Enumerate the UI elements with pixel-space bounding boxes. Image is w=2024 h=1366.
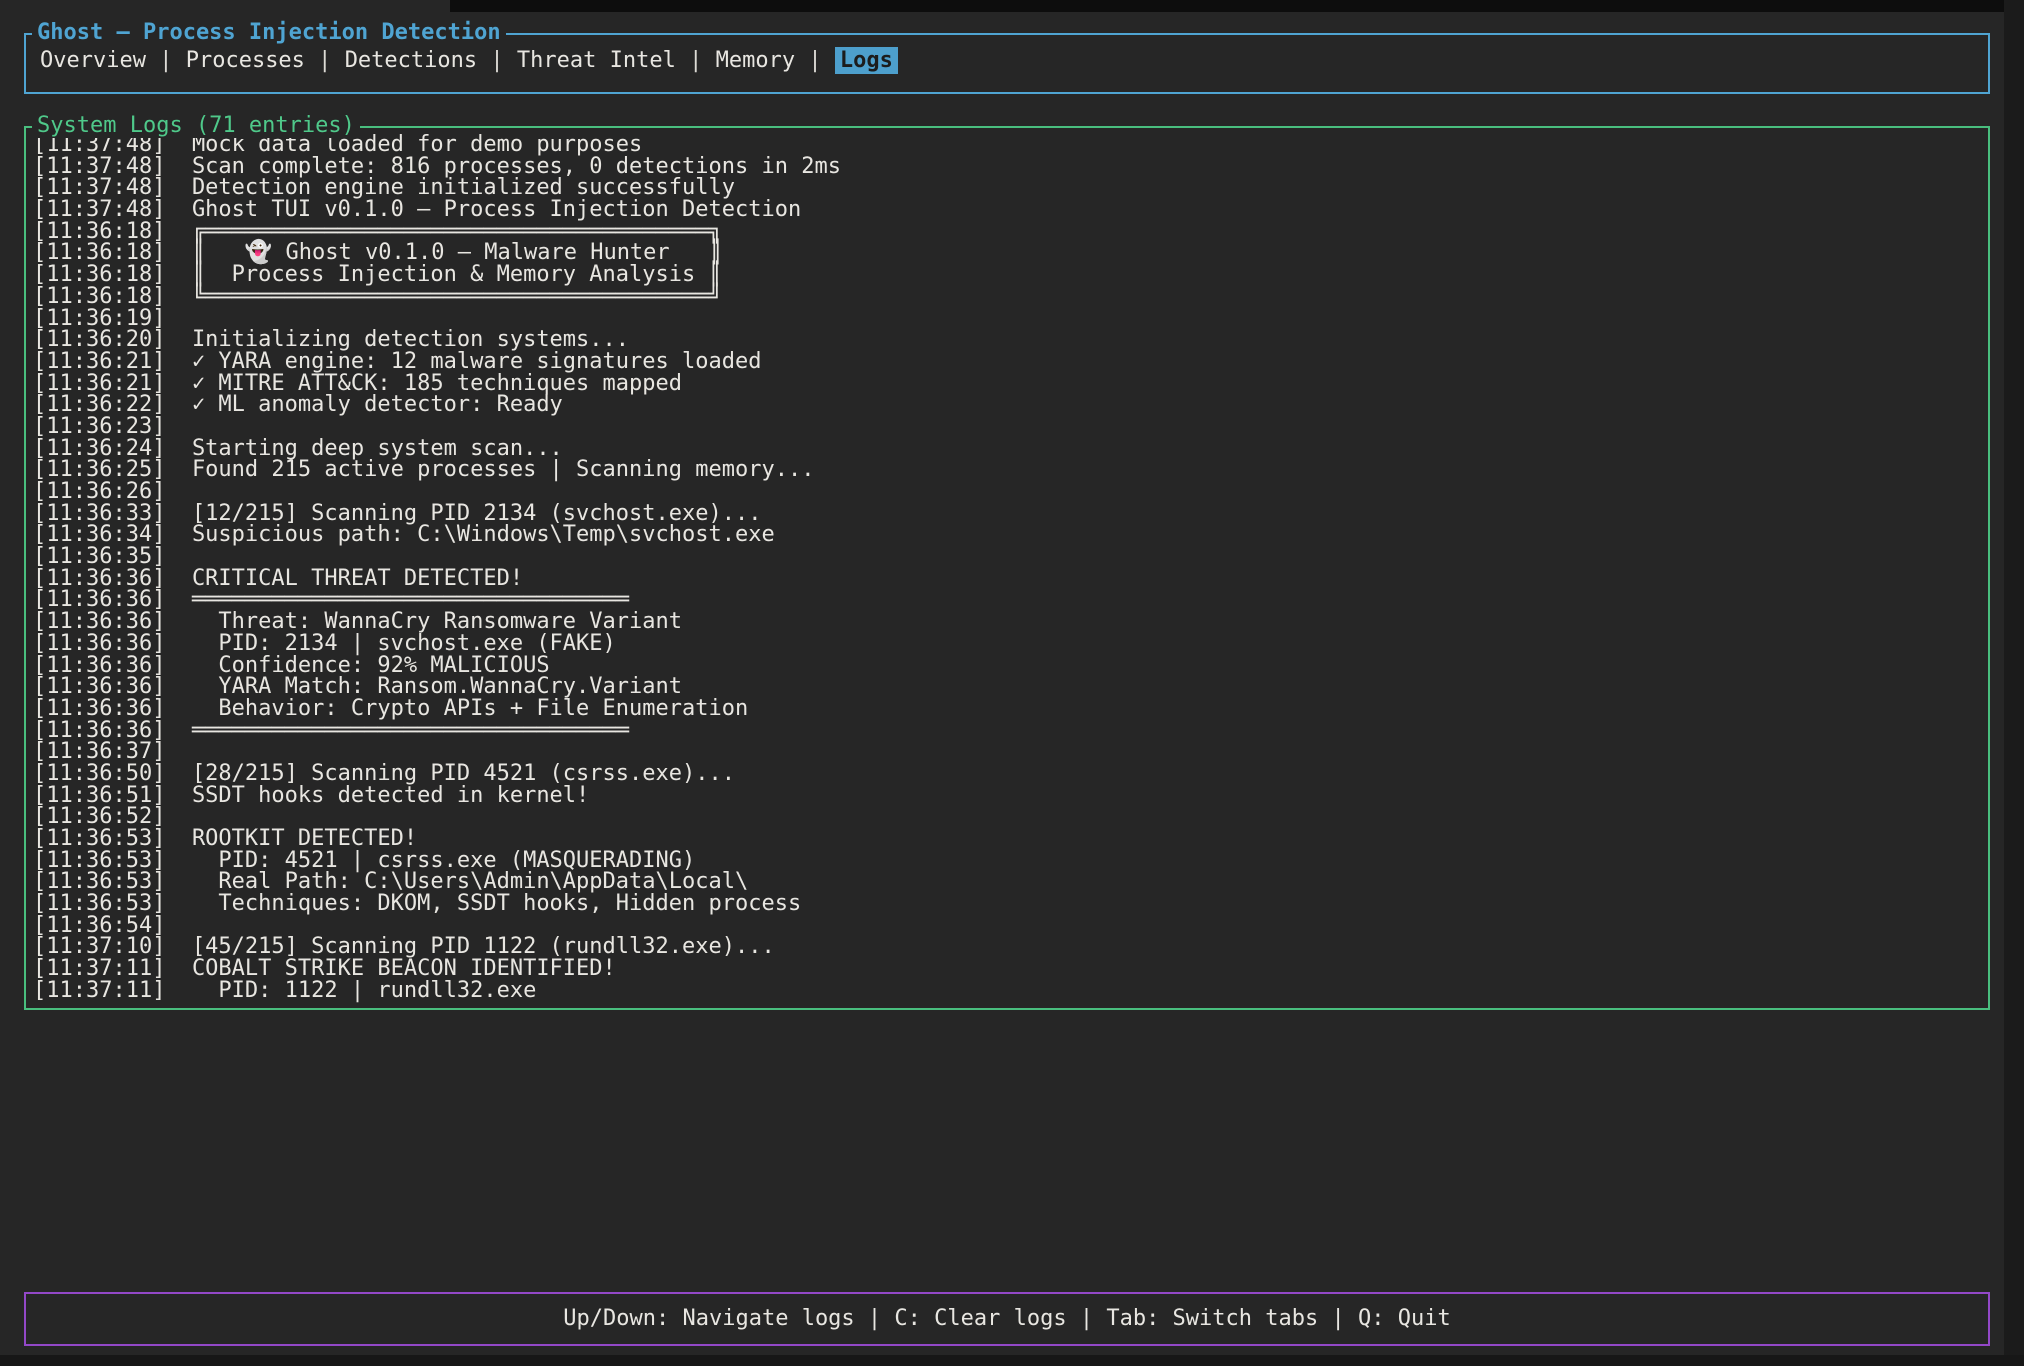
tab-separator: | bbox=[795, 48, 835, 73]
tab-logs[interactable]: Logs bbox=[835, 47, 898, 74]
logs-panel: System Logs (71 entries) [11:37:48] Mock… bbox=[24, 126, 1990, 1010]
tab-separator: | bbox=[305, 48, 345, 73]
log-line: [11:36:24] Starting deep system scan... bbox=[33, 438, 1988, 460]
log-line: [11:36:19] bbox=[33, 308, 1988, 330]
log-list[interactable]: [11:37:48] Mock data loaded for demo pur… bbox=[26, 128, 1988, 1002]
log-line: [11:37:10] [45/215] Scanning PID 1122 (r… bbox=[33, 936, 1988, 958]
tab-separator: | bbox=[477, 48, 517, 73]
logs-panel-title: System Logs (71 entries) bbox=[32, 113, 360, 138]
log-line: [11:36:36] Behavior: Crypto APIs + File … bbox=[33, 698, 1988, 720]
log-line: [11:36:21] ✓ MITRE ATT&CK: 185 technique… bbox=[33, 373, 1988, 395]
log-line: [11:36:36] Threat: WannaCry Ransomware V… bbox=[33, 611, 1988, 633]
log-line: [11:36:25] Found 215 active processes | … bbox=[33, 459, 1988, 481]
terminal-bottom-edge bbox=[0, 1355, 2024, 1366]
log-line: [11:36:18] ║ Process Injection & Memory … bbox=[33, 264, 1988, 286]
tab-detections[interactable]: Detections bbox=[345, 48, 477, 73]
log-line: [11:36:53] PID: 4521 | csrss.exe (MASQUE… bbox=[33, 850, 1988, 872]
log-line: [11:36:26] bbox=[33, 481, 1988, 503]
footer-shortcuts: Up/Down: Navigate logs | C: Clear logs |… bbox=[26, 1294, 1988, 1343]
tab-memory[interactable]: Memory bbox=[716, 48, 795, 73]
log-line: [11:36:53] ROOTKIT DETECTED! bbox=[33, 828, 1988, 850]
tab-processes[interactable]: Processes bbox=[186, 48, 305, 73]
log-line: [11:36:33] [12/215] Scanning PID 2134 (s… bbox=[33, 503, 1988, 525]
log-line: [11:36:53] Real Path: C:\Users\Admin\App… bbox=[33, 871, 1988, 893]
log-line: [11:37:11] PID: 1122 | rundll32.exe bbox=[33, 980, 1988, 1002]
log-line: [11:37:48] Ghost TUI v0.1.0 — Process In… bbox=[33, 199, 1988, 221]
tab-threat-intel[interactable]: Threat Intel bbox=[517, 48, 676, 73]
log-line: [11:36:53] Techniques: DKOM, SSDT hooks,… bbox=[33, 893, 1988, 915]
log-line: [11:36:37] bbox=[33, 741, 1988, 763]
terminal-right-gutter bbox=[2004, 0, 2024, 1366]
window-title: Ghost — Process Injection Detection bbox=[32, 20, 506, 45]
log-line: [11:36:21] ✓ YARA engine: 12 malware sig… bbox=[33, 351, 1988, 373]
log-line: [11:36:35] bbox=[33, 546, 1988, 568]
tab-separator: | bbox=[146, 48, 186, 73]
log-line: [11:37:48] Scan complete: 816 processes,… bbox=[33, 156, 1988, 178]
log-line: [11:36:18] ╚════════════════════════════… bbox=[33, 286, 1988, 308]
footer-bar: Up/Down: Navigate logs | C: Clear logs |… bbox=[24, 1292, 1990, 1346]
log-line: [11:36:36] Confidence: 92% MALICIOUS bbox=[33, 655, 1988, 677]
log-line: [11:36:22] ✓ ML anomaly detector: Ready bbox=[33, 394, 1988, 416]
log-line: [11:36:34] Suspicious path: C:\Windows\T… bbox=[33, 524, 1988, 546]
log-line: [11:37:11] COBALT STRIKE BEACON IDENTIFI… bbox=[33, 958, 1988, 980]
log-line: [11:36:36] PID: 2134 | svchost.exe (FAKE… bbox=[33, 633, 1988, 655]
log-line: [11:36:36] ═════════════════════════════… bbox=[33, 589, 1988, 611]
log-line: [11:37:48] Detection engine initialized … bbox=[33, 177, 1988, 199]
log-line: [11:36:51] SSDT hooks detected in kernel… bbox=[33, 785, 1988, 807]
log-line: [11:36:18] ║ 👻 Ghost v0.1.0 — Malware Hu… bbox=[33, 242, 1988, 264]
log-line: [11:36:36] YARA Match: Ransom.WannaCry.V… bbox=[33, 676, 1988, 698]
log-line: [11:36:36] ═════════════════════════════… bbox=[33, 720, 1988, 742]
log-line: [11:36:20] Initializing detection system… bbox=[33, 329, 1988, 351]
window-chrome-strip bbox=[450, 0, 2024, 12]
tab-overview[interactable]: Overview bbox=[40, 48, 146, 73]
log-line: [11:36:23] bbox=[33, 416, 1988, 438]
tab-separator: | bbox=[676, 48, 716, 73]
log-line: [11:36:54] bbox=[33, 915, 1988, 937]
log-line: [11:36:36] CRITICAL THREAT DETECTED! bbox=[33, 568, 1988, 590]
log-line: [11:36:50] [28/215] Scanning PID 4521 (c… bbox=[33, 763, 1988, 785]
tab-bar-panel: Ghost — Process Injection Detection Over… bbox=[24, 33, 1990, 94]
log-line: [11:36:52] bbox=[33, 806, 1988, 828]
